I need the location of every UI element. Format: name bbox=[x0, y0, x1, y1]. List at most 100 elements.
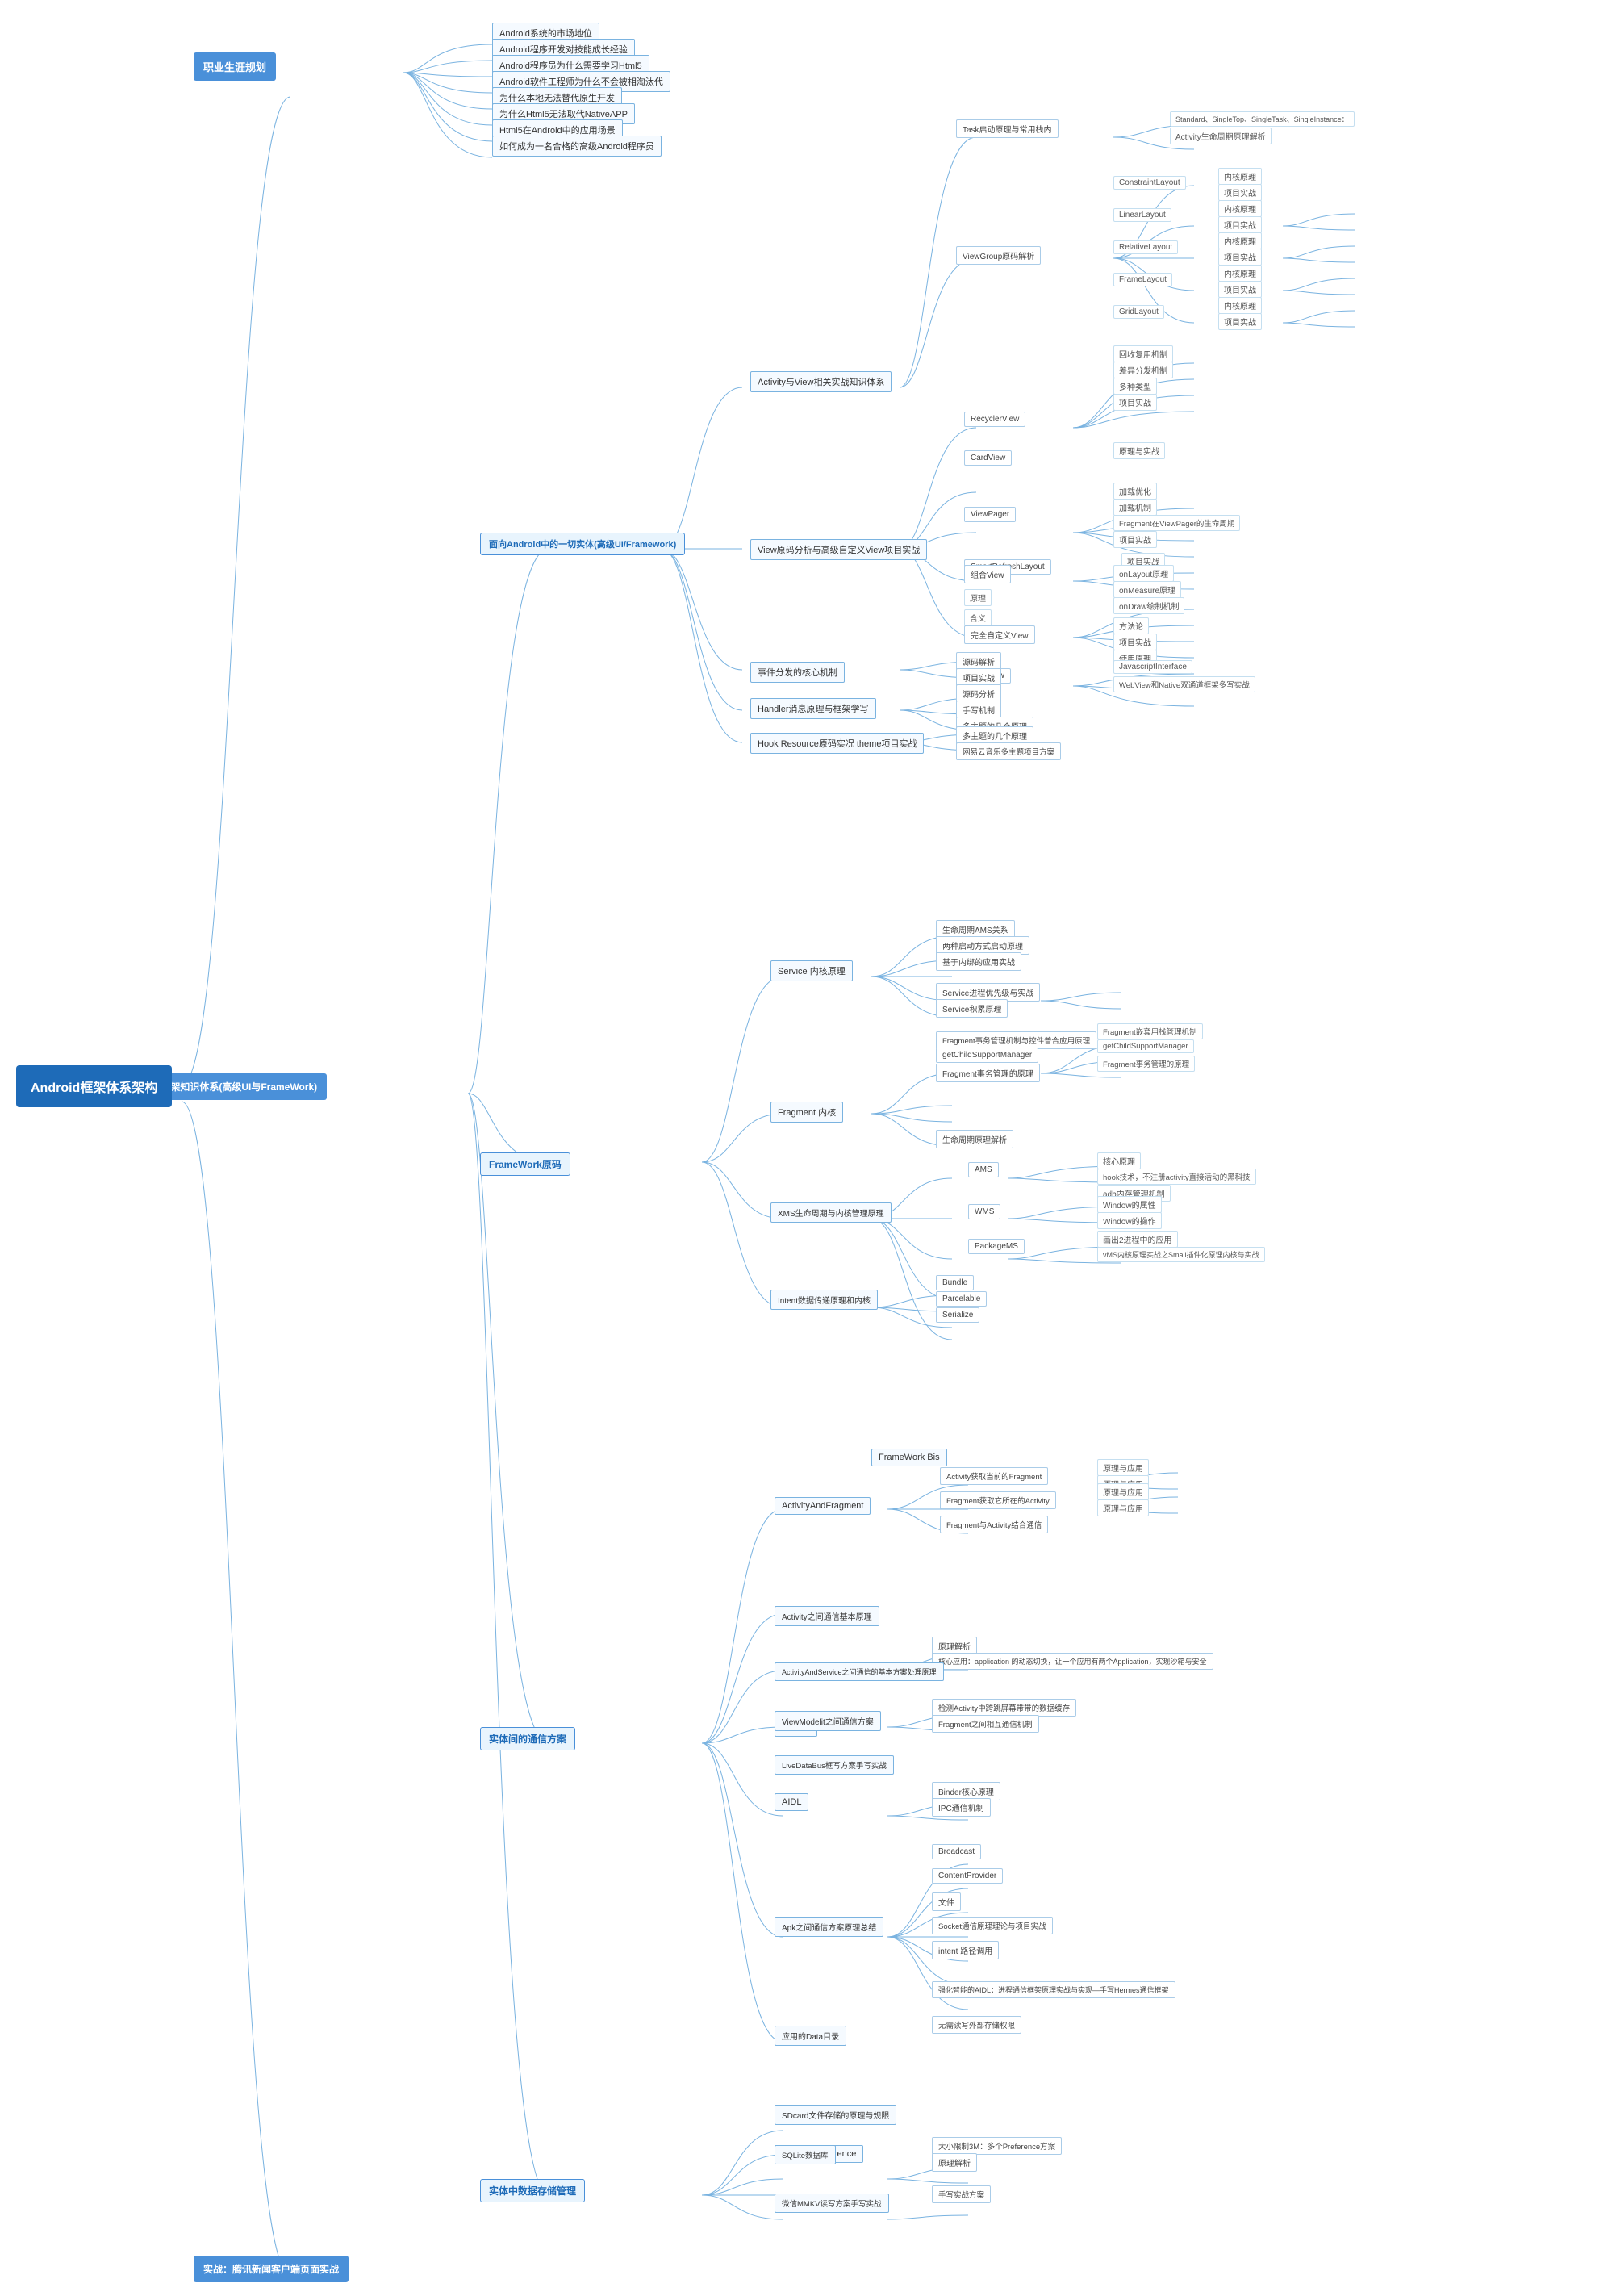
l3-activity-comm: Activity之间通信基本原理 bbox=[775, 1606, 879, 1626]
l5-constraint-inner: 内核原理 bbox=[1218, 168, 1262, 185]
l1-career: 职业生涯规划 bbox=[194, 52, 276, 81]
l2-ui: 面向Android中的一切实体(高级UI/Framework) bbox=[480, 533, 685, 555]
l3-sqlite: SQLite数据库 bbox=[775, 2145, 836, 2164]
l4-serialize: Serialize bbox=[936, 1307, 979, 1323]
l5-fcv-project: 项目实战 bbox=[1113, 634, 1157, 650]
l5-linear-project: 项目实战 bbox=[1218, 216, 1262, 233]
l5-ams-core: 核心原理 bbox=[1097, 1152, 1141, 1169]
l4-cardview: CardView bbox=[964, 450, 1012, 466]
l5-constraint-project: 项目实战 bbox=[1218, 184, 1262, 201]
l4-hook-yunyin: 网易云音乐多主题项目方案 bbox=[956, 742, 1061, 760]
l4-wms: WMS bbox=[968, 1204, 1000, 1219]
l3-apk-comm: Apk之间通信方案原理总结 bbox=[775, 1917, 883, 1937]
l4-frag-mgr: Fragment事务管理机制与控件普合应用原理 bbox=[936, 1031, 1096, 1049]
l5-cv-theory: 原理与实战 bbox=[1113, 442, 1165, 459]
l4-socket: Socket通信原理理论与项目实战 bbox=[932, 1917, 1053, 1934]
l4-no-permission: 无需读写外部存储权限 bbox=[932, 2016, 1021, 2034]
l4-ams: AMS bbox=[968, 1162, 999, 1177]
l4-vm-fragment: Fragment之间相互通信机制 bbox=[932, 1715, 1039, 1733]
l4-file: 文件 bbox=[932, 1892, 961, 1911]
l4-sp-write: 原理解析 bbox=[932, 2153, 977, 2172]
l3-handler: Handler消息原理与框架学写 bbox=[750, 698, 876, 719]
l4-sp-mmkv: 大小限制3M：多个Preference方案 bbox=[932, 2137, 1062, 2155]
l5-rv-type: 多种类型 bbox=[1113, 378, 1157, 395]
l5-pms-process: 画出2进程中的应用 bbox=[1097, 1231, 1178, 1248]
l3-xms: XMS生命周期与内核管理原理 bbox=[770, 1202, 892, 1223]
l4-frag-lifecycle: 生命周期原理解析 bbox=[936, 1130, 1013, 1148]
l4-viewpager: ViewPager bbox=[964, 507, 1016, 522]
l5-relative-project: 项目实战 bbox=[1218, 249, 1262, 266]
l4-parcelable: Parcelable bbox=[936, 1291, 987, 1307]
l4-service-binder: 基于内绑的应用实战 bbox=[936, 952, 1021, 971]
l5-framelayout-inner: 内核原理 bbox=[1218, 265, 1262, 282]
l5-rv-diff: 差异分发机制 bbox=[1113, 362, 1173, 378]
l4-full-custom-view: 完全自定义View bbox=[964, 625, 1035, 644]
l5-cv-onlayout: onLayout原理 bbox=[1113, 565, 1174, 582]
l5-fga-theory: 原理与应用 bbox=[1097, 1483, 1149, 1500]
l5-fcv-method: 方法论 bbox=[1113, 617, 1149, 634]
l5-linear-inner: 内核原理 bbox=[1218, 200, 1262, 217]
l5-wms-window1: Window的属性 bbox=[1097, 1196, 1162, 1213]
l4-ipc: IPC通信机制 bbox=[932, 1798, 991, 1817]
l5-rv-reuse: 回收复用机制 bbox=[1113, 345, 1173, 362]
l4-mmkv-write: 手写实战方案 bbox=[932, 2185, 991, 2203]
l4-recyclerview: RecyclerView bbox=[964, 412, 1025, 427]
l4-context-core: 核心应用：application 的动态切换，让一个应用有两个Applicati… bbox=[932, 1653, 1213, 1670]
l5-framelayout: FrameLayout bbox=[1113, 273, 1172, 286]
l5-framelayout-project: 项目实战 bbox=[1218, 281, 1262, 298]
l4-aidl-hermes: 强化智能的AIDL：进程通信框架原理实战与实现—手写Hermes通信框架 bbox=[932, 1981, 1175, 1998]
l5-frag-mgr1: Fragment嵌套用栈管理机制 bbox=[1097, 1023, 1203, 1039]
l2-storage: 实体中数据存储管理 bbox=[480, 2179, 585, 2202]
l5-vp-opt: 加载优化 bbox=[1113, 483, 1157, 500]
l4-task-launch: Task启动原理与常用栈内 bbox=[956, 119, 1059, 138]
l1-practice: 实战：腾讯新闻客户端页面实战 bbox=[194, 2256, 349, 2282]
l5-gridlayout: GridLayout bbox=[1113, 305, 1164, 319]
l5-constraint: ConstraintLayout bbox=[1113, 176, 1186, 190]
l4-intent-jump: intent 路径调用 bbox=[932, 1941, 999, 1959]
l3-service-kernel: Service 内核原理 bbox=[770, 960, 853, 981]
l5-vp-project: 项目实战 bbox=[1113, 531, 1157, 548]
l5-pms-small: vMS内核原理实战之Small插件化原理内核与实战 bbox=[1097, 1247, 1265, 1262]
l5-cv-onmeasure: onMeasure原理 bbox=[1113, 581, 1181, 598]
l3-intent: Intent数据传递原理和内核 bbox=[770, 1290, 878, 1310]
l5-wms-window2: Window的操作 bbox=[1097, 1212, 1162, 1229]
l4-frag-activity-bus: Fragment与Activity结合通信 bbox=[940, 1516, 1048, 1533]
l5-af-theory: 原理与应用 bbox=[1097, 1459, 1149, 1476]
career-item-8: 如何成为一名合格的高级Android程序员 bbox=[492, 136, 662, 157]
l2-communication: 实体间的通信方案 bbox=[480, 1727, 575, 1750]
l5-ams-hook: hook技术，不注册activity直接活动的黑科技 bbox=[1097, 1169, 1256, 1185]
l5-task-standard: Standard、SingleTop、SingleTask、SingleInst… bbox=[1170, 111, 1355, 127]
l5-vp-fragment: Fragment在ViewPager的生命周期 bbox=[1113, 515, 1240, 531]
l5-activity-lifecycle: Activity生命周期原理解析 bbox=[1170, 128, 1272, 144]
l3-activity-view: Activity与View相关实战知识体系 bbox=[750, 371, 892, 392]
l4-af-get-frag: Activity获取当前的Fragment bbox=[940, 1467, 1048, 1485]
l5-cv-ondraw: onDraw绘制机制 bbox=[1113, 597, 1184, 614]
mind-map: Android框架体系架构 职业生涯规划 Android系统的市场地位 Andr… bbox=[0, 0, 1616, 2296]
l3-livedatabus: LiveDataBus框写方案手写实战 bbox=[775, 1755, 894, 1775]
l2-framework: FrameWork原码 bbox=[480, 1152, 570, 1176]
l5-linear: LinearLayout bbox=[1113, 208, 1171, 222]
l4-frag-get-activity: Fragment获取它所在的Activity bbox=[940, 1491, 1056, 1509]
framework-bis: FrameWork Bis bbox=[871, 1449, 947, 1466]
l3-app-data: 应用的Data目录 bbox=[775, 2026, 846, 2046]
l3-activity-fragment: ActivityAndFragment bbox=[775, 1497, 871, 1515]
root-node: Android框架体系架构 bbox=[16, 1065, 172, 1107]
l4-frag-child: getChildSupportManager bbox=[936, 1048, 1038, 1063]
l3-event-dispatch: 事件分发的核心机制 bbox=[750, 662, 845, 683]
l5-frag-mgr3: Fragment事务管理的原理 bbox=[1097, 1056, 1195, 1072]
l3-viewmodel: ViewModelit之间通信方案 bbox=[775, 1711, 881, 1731]
l4-bundle: Bundle bbox=[936, 1275, 974, 1290]
l5-frag-mgr2: getChildSupportManager bbox=[1097, 1039, 1194, 1053]
l4-broadcast: Broadcast bbox=[932, 1844, 981, 1859]
l5-custom-view-theory: 原理 bbox=[964, 589, 992, 606]
l4-frag-transaction: Fragment事务管理的原理 bbox=[936, 1064, 1040, 1082]
l4-vm-activity: 检测Activity中跨跳屏幕带带的数据缓存 bbox=[932, 1699, 1076, 1717]
l3-view-analysis: View原码分析与高级自定义View项目实战 bbox=[750, 539, 927, 560]
l4-service-arc: Service积累原理 bbox=[936, 999, 1008, 1018]
l4-packagems: PackageMS bbox=[968, 1239, 1025, 1254]
l5-wv-native: WebView和Native双通道框架多写实战 bbox=[1113, 676, 1255, 692]
l5-relative-inner: 内核原理 bbox=[1218, 232, 1262, 249]
l4-viewgroup: ViewGroup原码解析 bbox=[956, 246, 1041, 265]
l4-content-provider: ContentProvider bbox=[932, 1868, 1003, 1884]
connections-svg bbox=[0, 0, 1616, 2296]
